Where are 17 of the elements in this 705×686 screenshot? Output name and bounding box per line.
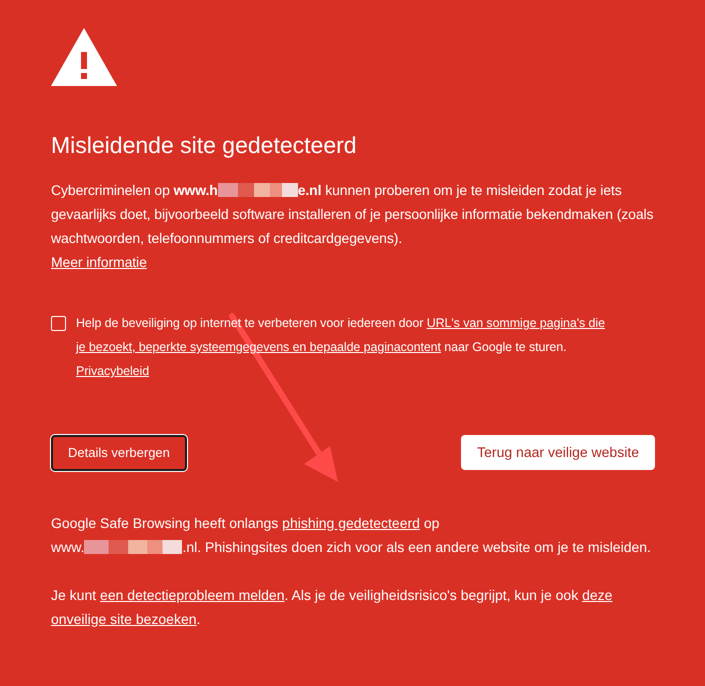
details-paragraph: Google Safe Browsing heeft onlangs phishing gedetecteerd op www. .nl. Phishingsites doen zich voor als een andere website om je te misleiden.: [51, 514, 652, 557]
text-link[interactable]: Meer informatie: [51, 254, 147, 270]
report-label: Help de beveiliging op internet te verbeteren voor iedereen door URL's van sommige pagina's die je bezoekt, beperkte systeemgegevens en bepaalde paginacontent naar Google te sturen. Privacybeleid: [76, 315, 605, 380]
text-link[interactable]: een detectieprobleem melden: [100, 586, 284, 602]
text-link[interactable]: onveilige site bezoeken: [51, 610, 197, 626]
text-link[interactable]: URL's van sommige pagina's die: [426, 316, 605, 330]
help-paragraph: Je kunt een detectieprobleem melden. Als je de veiligheidsrisico's begrijpt, kun je ook deze onveilige site bezoeken.: [51, 586, 614, 629]
page-heading: Misleidende site gedetecteerd: [51, 131, 358, 160]
text-link[interactable]: Privacybeleid: [76, 364, 150, 378]
warning-icon: [51, 28, 117, 86]
report-checkbox[interactable]: [51, 316, 66, 331]
text-link[interactable]: deze: [582, 586, 612, 602]
text-link[interactable]: phishing gedetecteerd: [282, 514, 420, 530]
text-link[interactable]: je bezoekt, beperkte systeemgegevens en bepaalde paginacontent: [76, 340, 441, 354]
warning-paragraph: Cybercriminelen op www.h e.nl kunnen proberen om je te misleiden zodat je iets gevaarlijks doet, bijvoorbeeld software installeren of je persoonlijke informatie bekendmaken (zoals wachtwoorden, telefoonnummers of creditcardgegevens). Meer informatie: [51, 181, 654, 272]
details-button[interactable]: Details verbergen: [51, 435, 187, 470]
back-to-safety-button[interactable]: Terug naar veilige website: [461, 435, 655, 470]
